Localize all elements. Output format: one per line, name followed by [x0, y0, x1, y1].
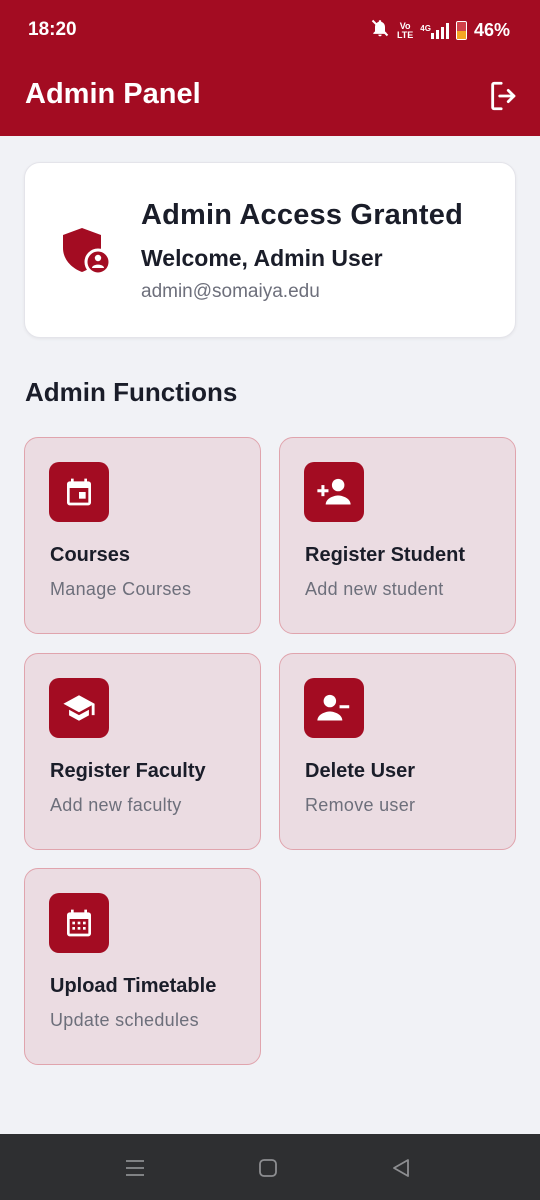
- register-faculty-tile[interactable]: Register Faculty Add new faculty: [24, 653, 261, 850]
- register-student-tile[interactable]: Register Student Add new student: [279, 437, 516, 634]
- home-button[interactable]: [256, 1156, 280, 1180]
- tile-subtitle: Add new student: [305, 579, 444, 599]
- access-title: Admin Access Granted: [141, 199, 464, 231]
- calendar-icon: [49, 462, 109, 522]
- tile-title: Register Student: [305, 544, 466, 566]
- tile-subtitle: Manage Courses: [50, 579, 192, 599]
- upload-timetable-tile[interactable]: Upload Timetable Update schedules: [24, 868, 261, 1065]
- tile-title: Courses: [50, 544, 131, 566]
- back-icon: [393, 1159, 409, 1177]
- logout-button[interactable]: [486, 78, 522, 114]
- page-title: Admin Panel: [25, 78, 201, 110]
- tile-title: Register Faculty: [50, 760, 206, 782]
- delete-user-tile[interactable]: Delete User Remove user: [279, 653, 516, 850]
- back-button[interactable]: [389, 1156, 413, 1180]
- system-nav-bar: [0, 1134, 540, 1200]
- admin-shield-icon: [61, 226, 112, 281]
- welcome-text: Welcome, Admin User: [141, 245, 383, 271]
- volte-icon: Vo LTE: [396, 20, 414, 40]
- network-type: 4G: [420, 23, 431, 33]
- section-title: Admin Functions: [25, 377, 238, 407]
- logout-icon: [491, 81, 516, 111]
- tile-title: Upload Timetable: [50, 975, 217, 997]
- battery-icon: [455, 21, 467, 40]
- battery-percent: 46%: [473, 20, 510, 40]
- app-header: 18:20 Vo LTE 4G 46% Admin Panel: [0, 0, 540, 136]
- tile-subtitle: Add new faculty: [50, 795, 182, 815]
- home-icon: [259, 1159, 277, 1177]
- status-time: 18:20: [28, 19, 77, 40]
- courses-tile[interactable]: Courses Manage Courses: [24, 437, 261, 634]
- tile-subtitle: Update schedules: [50, 1010, 199, 1030]
- menu-button[interactable]: [123, 1156, 147, 1180]
- tile-subtitle: Remove user: [305, 795, 416, 815]
- mute-icon: [370, 18, 390, 43]
- calendar-grid-icon: [49, 893, 109, 953]
- signal-icon: [430, 22, 449, 39]
- graduation-cap-icon: [49, 678, 109, 738]
- status-bar: 18:20 Vo LTE 4G 46%: [0, 0, 540, 62]
- menu-icon: [126, 1160, 144, 1176]
- admin-email: admin@somaiya.edu: [141, 281, 320, 302]
- tile-title: Delete User: [305, 760, 416, 782]
- person-add-icon: [304, 462, 364, 522]
- admin-profile-card: Admin Access Granted Welcome, Admin User…: [24, 162, 516, 338]
- person-remove-icon: [304, 678, 364, 738]
